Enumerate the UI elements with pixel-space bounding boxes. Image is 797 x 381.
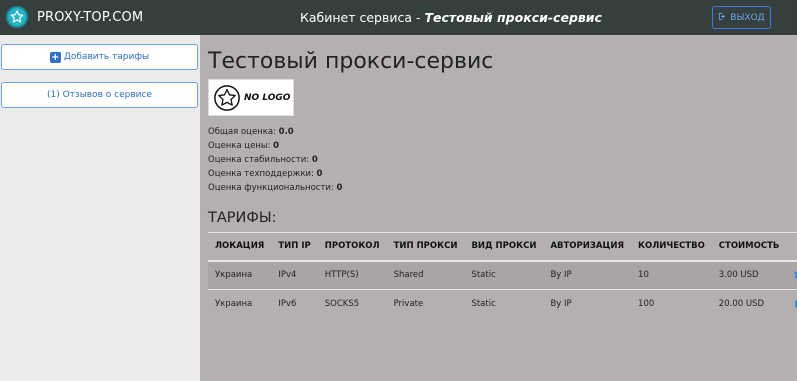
close-icon: ✖	[793, 269, 797, 282]
star-logo-icon	[6, 6, 28, 28]
cell-ip-type: IPv4	[271, 260, 318, 290]
delete-tariff-button[interactable]: ✖	[786, 260, 797, 290]
sidebar: + Добавить тарифы (1) Отзывов о сервисе	[0, 35, 200, 381]
rating-stability: Оценка стабильности: 0	[208, 155, 318, 165]
logout-button[interactable]: ВЫХОД	[712, 6, 771, 29]
cell-location: Украина	[208, 260, 272, 290]
main-content: Тестовый прокси-сервис NO LOGO Общая оце…	[200, 35, 797, 381]
ratings-list: Общая оценка: 0.0 Оценка цены: 0 Оценка …	[208, 125, 342, 195]
rating-functionality: Оценка функциональности: 0	[208, 183, 343, 193]
cell-location: Украина	[208, 289, 272, 319]
rating-overall: Общая оценка: 0.0	[208, 127, 294, 137]
star-outline-icon	[214, 84, 240, 111]
brand-link[interactable]: PROXY-TOP.COM	[6, 6, 143, 28]
logout-label: ВЫХОД	[730, 12, 765, 23]
table-row: Украина IPv6 SOCKS5 Private Static By IP…	[208, 289, 797, 319]
heading-service-name: Тестовый прокси-сервис	[424, 10, 602, 25]
col-authorization: АВТОРИЗАЦИЯ	[543, 232, 632, 262]
cell-proxy-kind: Static	[464, 260, 544, 290]
cell-proxy-type: Private	[386, 289, 465, 319]
top-navbar: PROXY-TOP.COM Кабинет сервиса - Тестовый…	[0, 0, 797, 35]
brand-name: PROXY-TOP.COM	[37, 9, 144, 25]
tariffs-heading: ТАРИФЫ:	[208, 210, 277, 226]
tariffs-table: ЛОКАЦИЯ ТИП IP ПРОТОКОЛ ТИП ПРОКСИ ВИД П…	[208, 232, 797, 319]
heading-prefix: Кабинет сервиса -	[300, 10, 425, 25]
table-row: Украина IPv4 HTTP(S) Shared Static By IP…	[208, 260, 797, 290]
logo-text: NO LOGO	[244, 92, 291, 103]
col-protocol: ПРОТОКОЛ	[317, 232, 387, 262]
add-tariffs-label: Добавить тарифы	[63, 52, 150, 62]
col-actions	[786, 232, 797, 262]
cell-price: 3.00 USD	[711, 260, 787, 290]
cell-proxy-kind: Static	[464, 289, 544, 319]
logout-icon	[718, 12, 727, 24]
plus-icon: +	[49, 51, 61, 63]
col-proxy-kind: ВИД ПРОКСИ	[464, 232, 544, 262]
add-tariffs-button[interactable]: + Добавить тарифы	[1, 44, 198, 70]
cell-quantity: 100	[631, 289, 712, 319]
reviews-label: (1) Отзывов о сервисе	[46, 90, 152, 100]
col-location: ЛОКАЦИЯ	[208, 232, 272, 262]
service-title: Тестовый прокси-сервис	[208, 49, 494, 74]
service-logo: NO LOGO	[208, 79, 294, 116]
cell-price: 20.00 USD	[711, 289, 787, 319]
cell-quantity: 10	[631, 260, 712, 290]
table-header-row: ЛОКАЦИЯ ТИП IP ПРОТОКОЛ ТИП ПРОКСИ ВИД П…	[208, 232, 797, 262]
rating-support: Оценка техподдержки: 0	[208, 169, 323, 179]
cell-authorization: By IP	[543, 289, 632, 319]
col-price: СТОИМОСТЬ	[711, 232, 787, 262]
cell-protocol: SOCKS5	[317, 289, 387, 319]
rating-price: Оценка цены: 0	[208, 141, 280, 151]
reviews-button[interactable]: (1) Отзывов о сервисе	[1, 82, 198, 108]
col-ip-type: ТИП IP	[271, 232, 318, 262]
cell-proxy-type: Shared	[386, 260, 465, 290]
delete-tariff-button[interactable]: ✖	[786, 289, 797, 319]
cell-authorization: By IP	[543, 260, 632, 290]
cell-protocol: HTTP(S)	[317, 260, 387, 290]
close-icon: ✖	[793, 298, 797, 311]
page-heading: Кабинет сервиса - Тестовый прокси-сервис	[300, 10, 602, 25]
cell-ip-type: IPv6	[271, 289, 318, 319]
col-proxy-type: ТИП ПРОКСИ	[386, 232, 465, 262]
col-quantity: КОЛИЧЕСТВО	[631, 232, 712, 262]
